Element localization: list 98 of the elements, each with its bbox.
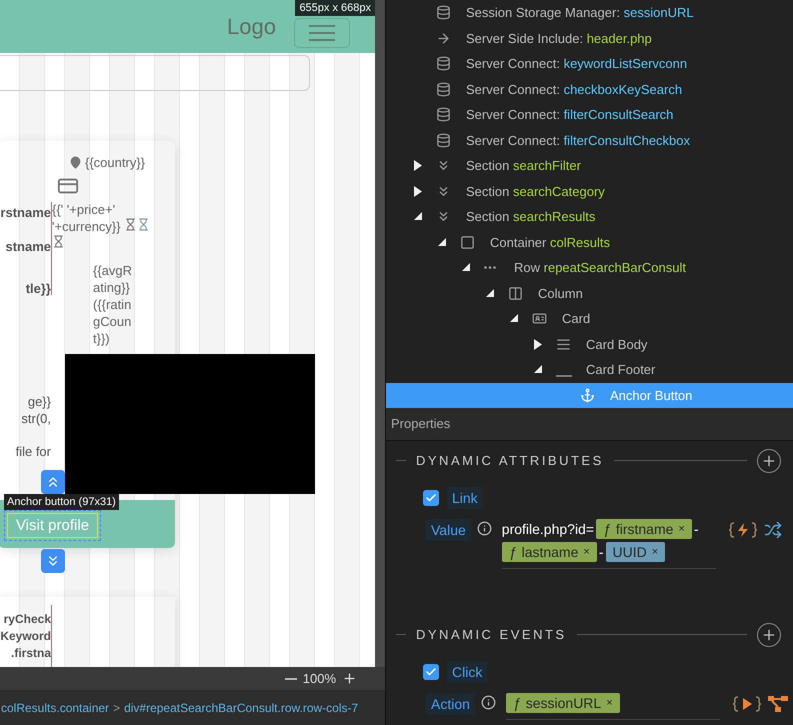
pin-icon <box>69 156 82 169</box>
binding-tag[interactable]: ƒ sessionURL × <box>506 692 620 713</box>
attribute-label: Link <box>447 486 483 509</box>
square-icon <box>460 234 475 250</box>
move-up-handle[interactable] <box>41 470 65 494</box>
plus-icon <box>342 671 357 686</box>
plus-icon <box>761 626 777 643</box>
card-text: .firstna <box>10 645 51 662</box>
collapsed-arrow-icon[interactable] <box>534 338 542 350</box>
expanded-arrow-icon[interactable] <box>486 288 495 298</box>
card-text: ge}} <box>28 393 51 410</box>
minus-icon <box>284 678 297 680</box>
binding-tag[interactable]: ƒ lastname × <box>502 542 597 562</box>
card-text: ryCheck <box>4 611 51 628</box>
tree-item[interactable]: Section searchCategory <box>386 178 793 204</box>
tree-item[interactable]: Section searchResults <box>386 204 793 230</box>
id-card-icon <box>532 311 547 326</box>
tree-item[interactable]: Card Footer <box>386 357 793 382</box>
size-label: 655px x 668px <box>295 0 375 16</box>
tree-item[interactable]: Server Side Include: header.php <box>386 26 793 51</box>
field-label: Value <box>426 518 471 541</box>
scrollbar[interactable] <box>375 0 385 667</box>
database-icon <box>436 5 451 20</box>
expanded-arrow-icon[interactable] <box>438 238 447 247</box>
checkbox[interactable] <box>423 664 439 680</box>
card-text: stname <box>5 238 51 255</box>
expanded-arrow-icon[interactable] <box>510 314 519 324</box>
tree-item[interactable]: Session Storage Manager: sessionURL <box>386 0 793 26</box>
logo: Logo <box>227 14 276 40</box>
move-down-handle[interactable] <box>41 549 65 573</box>
binding-tag[interactable]: ƒ firstname × <box>596 518 692 539</box>
tree-item[interactable]: Column <box>386 280 793 306</box>
value-text: profile.php?id= <box>502 520 594 537</box>
tree-item[interactable]: Container colResults <box>386 230 793 255</box>
tree-item[interactable]: Card <box>386 306 793 332</box>
collapsed-arrow-icon[interactable] <box>414 186 422 197</box>
checkbox[interactable] <box>423 490 439 506</box>
plus-icon <box>761 452 777 469</box>
database-icon <box>436 56 451 72</box>
attribute-label: Click <box>447 660 488 683</box>
tree-item[interactable]: Server Connect: filterConsultCheckbox <box>386 128 793 153</box>
dynamic-data-icon[interactable] <box>728 520 758 539</box>
columns-icon <box>508 286 523 301</box>
zoom-level: 100% <box>302 671 336 686</box>
check-icon <box>425 666 437 678</box>
card-text: tle}} <box>26 280 51 297</box>
arrow-icon <box>436 30 451 46</box>
value-field[interactable]: profile.php?id= ƒ firstname × - ƒ lastname × - UUID × <box>502 518 716 569</box>
lines-icon <box>556 336 571 352</box>
card-text: str(0, <box>21 410 51 427</box>
flow-icon[interactable] <box>768 694 788 713</box>
dots-icon <box>484 266 496 270</box>
tree-item[interactable]: Card Body <box>386 332 793 357</box>
info-icon[interactable] <box>476 520 492 536</box>
expanded-arrow-icon[interactable] <box>414 212 423 222</box>
add-button[interactable] <box>757 448 781 473</box>
tree-item[interactable]: Server Connect: filterConsultSearch <box>386 102 793 128</box>
card-text: rstname <box>0 204 51 221</box>
breadcrumb-link[interactable]: colResults.container <box>1 700 110 714</box>
tree-item[interactable]: Section searchFilter <box>386 153 793 178</box>
card-text: file for <box>16 443 51 460</box>
zoom-in-button[interactable] <box>342 671 357 686</box>
price-text: {{' '+price+' '+currency}} <box>52 202 121 234</box>
section-title: DYNAMIC ATTRIBUTES <box>416 453 604 468</box>
tree-item[interactable]: Server Connect: checkboxKeySearch <box>386 76 793 102</box>
info-icon[interactable] <box>480 694 496 710</box>
element-tooltip: Anchor button (97x31) <box>4 494 119 510</box>
rating-text: {{avgRating}}({{ratingCount}}) <box>93 262 133 347</box>
breadcrumb-link[interactable]: div#repeatSearchBarConsult.row.row-cols-7 <box>124 700 358 714</box>
properties-header: Properties <box>386 408 793 441</box>
value-text: - <box>694 520 699 537</box>
add-button[interactable] <box>757 622 781 647</box>
field-label: Action <box>426 692 475 715</box>
hourglass-icon <box>137 218 150 231</box>
expanded-arrow-icon[interactable] <box>534 365 543 374</box>
binding-tag[interactable]: UUID × <box>606 542 666 562</box>
anchor-icon <box>580 388 595 403</box>
menu-icon <box>309 24 335 40</box>
database-icon <box>436 82 451 97</box>
breadcrumb-separator: > <box>113 700 120 714</box>
collapsed-arrow-icon[interactable] <box>414 160 422 172</box>
expanded-arrow-icon[interactable] <box>462 263 471 272</box>
shuffle-icon[interactable] <box>764 520 782 539</box>
hourglass-icon <box>124 218 138 231</box>
value-text: - <box>598 544 604 560</box>
hourglass-icon <box>52 235 65 248</box>
card-text: Keyword <box>0 628 51 645</box>
search-field[interactable] <box>0 55 310 91</box>
country-text: {{country}} <box>85 154 145 171</box>
check-icon <box>425 492 437 504</box>
database-icon <box>436 132 451 148</box>
tree-item[interactable]: Server Connect: keywordListServconn <box>386 51 793 76</box>
database-icon <box>436 107 451 122</box>
tree-item[interactable]: Row repeatSearchBarConsult <box>386 255 793 280</box>
value-field[interactable]: ƒ sessionURL × <box>506 692 720 720</box>
section-title: DYNAMIC EVENTS <box>416 627 567 642</box>
run-action-icon[interactable] <box>732 694 762 713</box>
underline-icon <box>556 374 572 377</box>
